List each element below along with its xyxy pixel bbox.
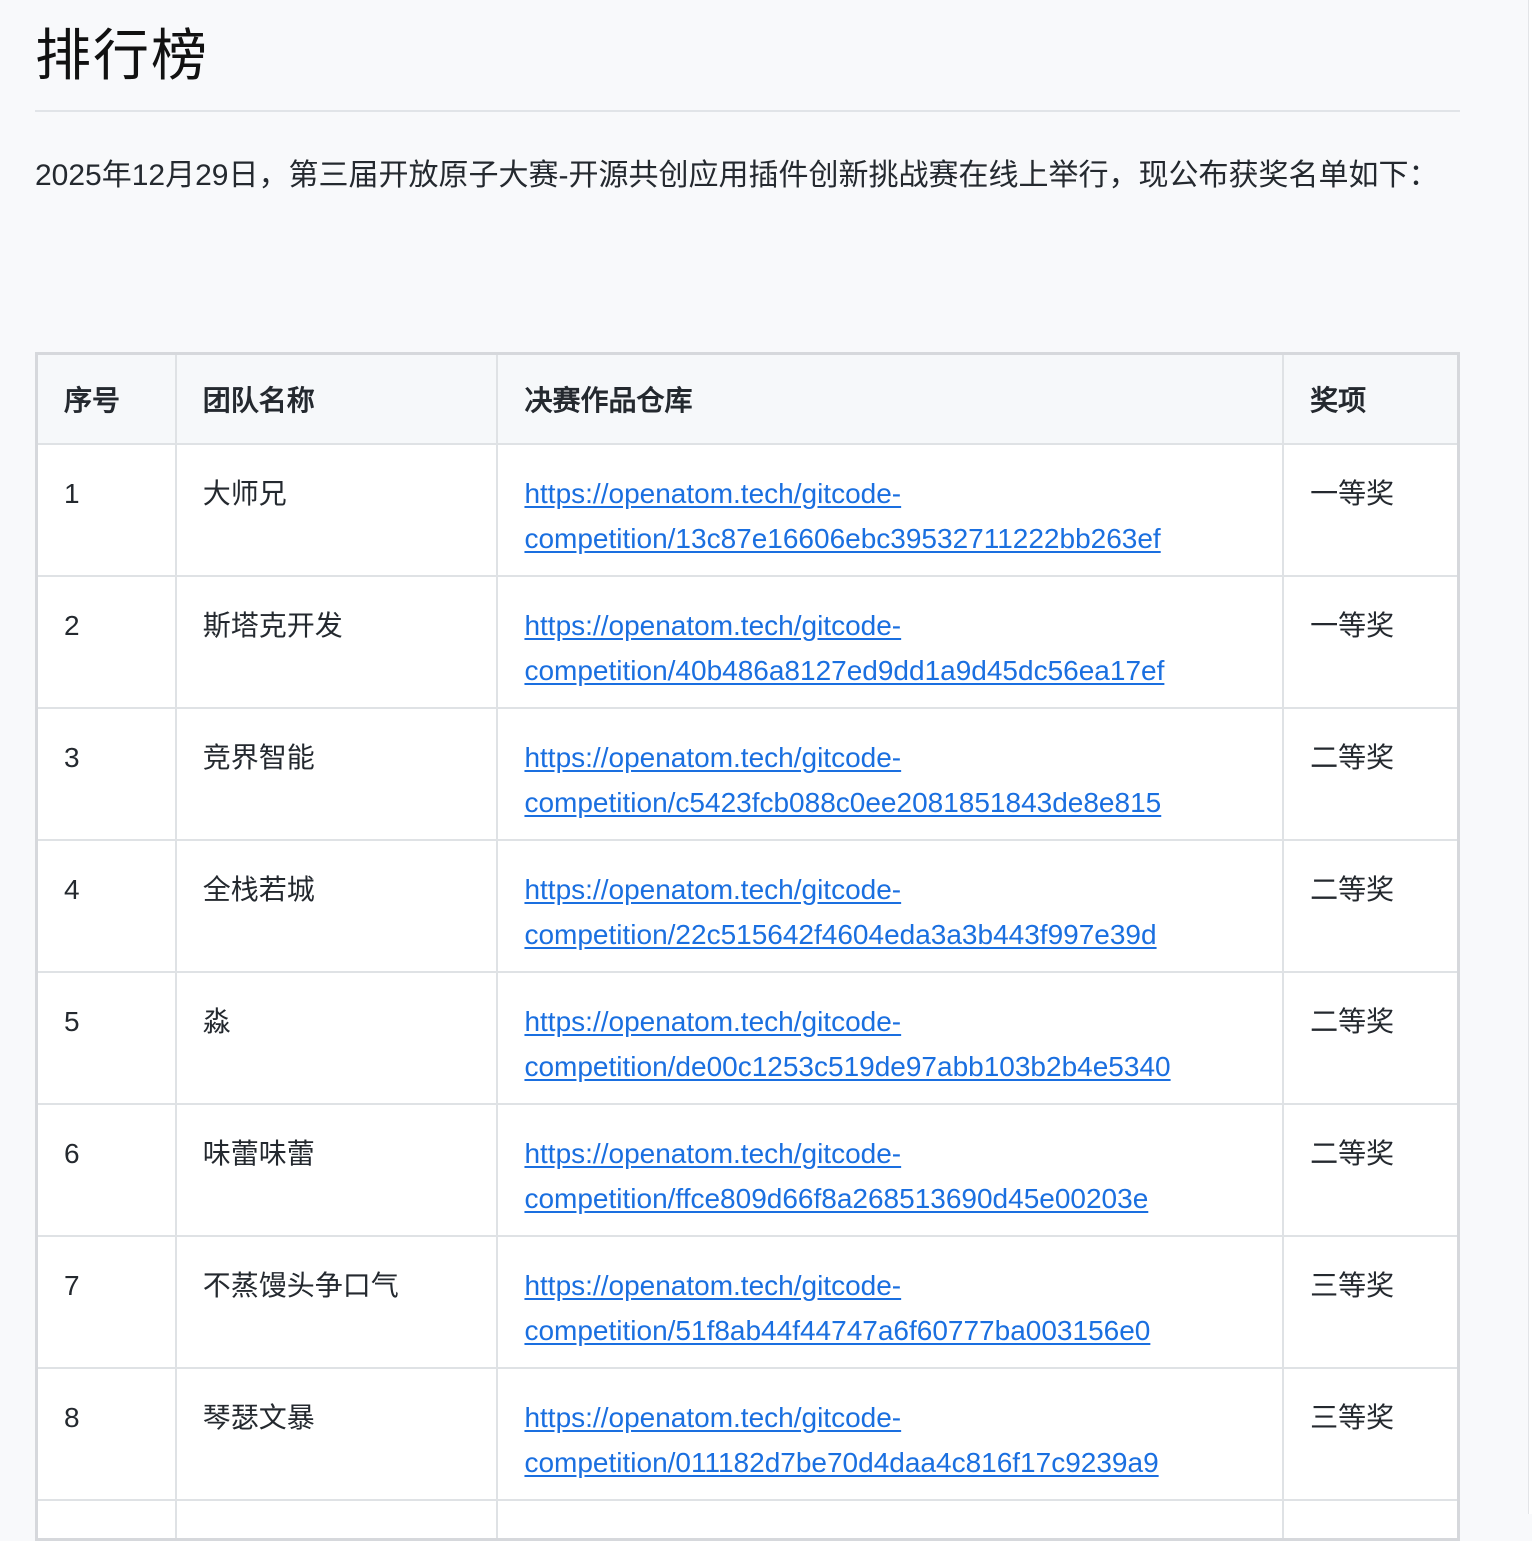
repo-link[interactable]: https://openatom.tech/gitcode-competitio… <box>524 478 1160 554</box>
repo-link[interactable]: https://openatom.tech/gitcode-competitio… <box>524 1402 1158 1478</box>
cell-repo: https://openatom.tech/gitcode-competitio… <box>496 574 1285 709</box>
main-content: 排行榜 2025年12月29日，第三届开放原子大赛-开源共创应用插件创新挑战赛在… <box>35 0 1460 1541</box>
repo-link[interactable]: https://openatom.tech/gitcode-competitio… <box>524 742 1161 818</box>
cell-team-name: 全栈若城 <box>174 838 499 973</box>
cell-team-name: 不蒸馒头争口气 <box>174 1234 499 1369</box>
cell-num: 2 <box>35 574 177 709</box>
cell-award: 一等奖 <box>1282 442 1460 577</box>
cell-award: 二等奖 <box>1282 1102 1460 1237</box>
cell-empty <box>496 1498 1285 1541</box>
cell-empty <box>1282 1498 1460 1541</box>
repo-link-line1: https://openatom.tech/gitcode- <box>524 741 902 773</box>
header-team: 团队名称 <box>174 352 499 445</box>
page-title: 排行榜 <box>35 24 209 87</box>
header-num: 序号 <box>35 352 177 445</box>
repo-link[interactable]: https://openatom.tech/gitcode-competitio… <box>524 874 1156 950</box>
header-award: 奖项 <box>1282 352 1460 445</box>
repo-link-line1: https://openatom.tech/gitcode- <box>524 477 902 509</box>
repo-link-line1: https://openatom.tech/gitcode- <box>524 1269 902 1301</box>
repo-link-line2: competition/c5423fcb088c0ee2081851843de8… <box>524 786 1162 818</box>
cell-team-name: 竞界智能 <box>174 706 499 841</box>
cell-repo: https://openatom.tech/gitcode-competitio… <box>496 442 1285 577</box>
cell-team-name: 斯塔克开发 <box>174 574 499 709</box>
cell-team-name: 淼 <box>174 970 499 1105</box>
table-row: 7 不蒸馒头争口气 https://openatom.tech/gitcode-co… <box>35 1234 1460 1369</box>
table-header: 序号 团队名称 决赛作品仓库 奖项 <box>35 352 1460 445</box>
repo-link-line2: competition/51f8ab44f44747a6f60777ba0031… <box>524 1314 1151 1346</box>
cell-num: 6 <box>35 1102 177 1237</box>
table-row-partial <box>35 1498 1460 1541</box>
table-row: 3 竞界智能 https://openatom.tech/gitcode-compe… <box>35 706 1460 841</box>
cell-num: 1 <box>35 442 177 577</box>
leaderboard-table: 序号 团队名称 决赛作品仓库 奖项 1 大师兄 https://openatom.t… <box>35 352 1460 1541</box>
header-row: 序号 团队名称 决赛作品仓库 奖项 <box>35 352 1460 445</box>
cell-award: 三等奖 <box>1282 1234 1460 1369</box>
repo-link-line2: competition/40b486a8127ed9dd1a9d45dc56ea… <box>524 654 1165 686</box>
cell-repo: https://openatom.tech/gitcode-competitio… <box>496 1234 1285 1369</box>
cell-repo: https://openatom.tech/gitcode-competitio… <box>496 1366 1285 1501</box>
cell-award: 二等奖 <box>1282 970 1460 1105</box>
repo-link-line2: competition/22c515642f4604eda3a3b443f997… <box>524 918 1157 950</box>
cell-num: 7 <box>35 1234 177 1369</box>
table-row: 5 淼 https://openatom.tech/gitcode-competit… <box>35 970 1460 1105</box>
cell-num: 4 <box>35 838 177 973</box>
table-row: 1 大师兄 https://openatom.tech/gitcode-compet… <box>35 442 1460 577</box>
repo-link-line1: https://openatom.tech/gitcode- <box>524 609 902 641</box>
repo-link-line2: competition/011182d7be70d4daa4c816f17c92… <box>524 1446 1159 1478</box>
repo-link-line1: https://openatom.tech/gitcode- <box>524 1137 902 1169</box>
intro-paragraph: 2025年12月29日，第三届开放原子大赛-开源共创应用插件创新挑战赛在线上举行… <box>35 159 1439 192</box>
cell-award: 二等奖 <box>1282 838 1460 973</box>
table-body: 1 大师兄 https://openatom.tech/gitcode-compet… <box>35 442 1460 1541</box>
header-repo: 决赛作品仓库 <box>496 352 1285 445</box>
cell-empty <box>35 1498 177 1541</box>
repo-link[interactable]: https://openatom.tech/gitcode-competitio… <box>524 1006 1170 1082</box>
cell-num: 8 <box>35 1366 177 1501</box>
repo-link-line2: competition/ffce809d66f8a268513690d45e00… <box>524 1182 1149 1214</box>
cell-num: 3 <box>35 706 177 841</box>
repo-link-line2: competition/13c87e16606ebc39532711222bb2… <box>524 522 1161 554</box>
cell-team-name: 味蕾味蕾 <box>174 1102 499 1237</box>
title-divider <box>35 110 1460 112</box>
repo-link-line2: competition/de00c1253c519de97abb103b2b4e… <box>524 1050 1171 1082</box>
cell-repo: https://openatom.tech/gitcode-competitio… <box>496 706 1285 841</box>
cell-repo: https://openatom.tech/gitcode-competitio… <box>496 970 1285 1105</box>
repo-link-line1: https://openatom.tech/gitcode- <box>524 873 902 905</box>
table-row: 6 味蕾味蕾 https://openatom.tech/gitcode-compe… <box>35 1102 1460 1237</box>
cell-team-name: 琴瑟文暴 <box>174 1366 499 1501</box>
table-row: 4 全栈若城 https://openatom.tech/gitcode-compe… <box>35 838 1460 973</box>
table-row: 8 琴瑟文暴 https://openatom.tech/gitcode-compe… <box>35 1366 1460 1501</box>
repo-link-line1: https://openatom.tech/gitcode- <box>524 1005 902 1037</box>
cell-award: 二等奖 <box>1282 706 1460 841</box>
cell-repo: https://openatom.tech/gitcode-competitio… <box>496 838 1285 973</box>
scrollbar-track[interactable] <box>1528 0 1532 1514</box>
cell-team-name: 大师兄 <box>174 442 499 577</box>
repo-link-line1: https://openatom.tech/gitcode- <box>524 1401 902 1433</box>
repo-link[interactable]: https://openatom.tech/gitcode-competitio… <box>524 1270 1150 1346</box>
repo-link[interactable]: https://openatom.tech/gitcode-competitio… <box>524 1138 1148 1214</box>
cell-empty <box>174 1498 499 1541</box>
cell-repo: https://openatom.tech/gitcode-competitio… <box>496 1102 1285 1237</box>
cell-num: 5 <box>35 970 177 1105</box>
table-row: 2 斯塔克开发 https://openatom.tech/gitcode-comp… <box>35 574 1460 709</box>
repo-link[interactable]: https://openatom.tech/gitcode-competitio… <box>524 610 1164 686</box>
cell-award: 一等奖 <box>1282 574 1460 709</box>
cell-award: 三等奖 <box>1282 1366 1460 1501</box>
